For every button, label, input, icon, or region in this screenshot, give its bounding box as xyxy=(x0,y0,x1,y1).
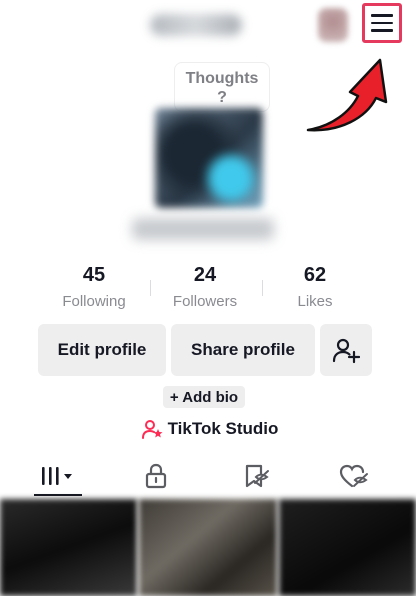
tab-private[interactable] xyxy=(104,456,208,496)
lock-icon xyxy=(145,463,167,489)
video-thumbnail[interactable] xyxy=(139,499,277,596)
stat-following[interactable]: 45 Following xyxy=(39,263,149,310)
followers-count: 24 xyxy=(193,264,217,286)
profile-name xyxy=(132,218,274,240)
video-grid xyxy=(0,499,416,596)
video-thumbnail[interactable] xyxy=(0,499,138,596)
add-person-icon xyxy=(332,338,360,364)
thoughts-text: Thoughts xyxy=(185,70,259,87)
tiktok-studio-label: TikTok Studio xyxy=(167,419,279,438)
menu-button[interactable] xyxy=(362,3,402,43)
followers-label: Followers xyxy=(172,293,238,310)
heart-icon xyxy=(339,464,368,488)
add-bio-button[interactable]: + Add bio xyxy=(163,386,245,408)
likes-count: 62 xyxy=(303,264,327,286)
pointer-arrow-icon xyxy=(306,58,388,132)
tab-liked[interactable] xyxy=(302,456,406,496)
bookmark-icon xyxy=(245,464,269,488)
likes-label: Likes xyxy=(297,293,333,310)
thoughts-bubble[interactable]: Thoughts ? xyxy=(174,62,270,112)
following-label: Following xyxy=(62,293,126,310)
stat-likes[interactable]: 62 Likes xyxy=(260,263,370,310)
studio-person-star-icon xyxy=(141,420,163,439)
tab-favorites[interactable] xyxy=(204,456,308,496)
thoughts-question: ? xyxy=(217,89,227,106)
following-count: 45 xyxy=(82,264,106,286)
active-tab-indicator xyxy=(34,494,82,496)
edit-profile-button[interactable]: Edit profile xyxy=(38,324,166,376)
profile-avatar[interactable] xyxy=(155,108,263,208)
profile-switch-avatar[interactable] xyxy=(318,8,348,42)
video-thumbnail[interactable] xyxy=(278,499,416,596)
username-title[interactable] xyxy=(150,14,242,36)
hamburger-menu-icon xyxy=(371,14,393,17)
add-friend-button[interactable] xyxy=(320,324,372,376)
grid-icon xyxy=(42,467,72,485)
tiktok-studio-link[interactable]: TikTok Studio xyxy=(130,418,290,440)
share-profile-button[interactable]: Share profile xyxy=(171,324,315,376)
tab-videos[interactable] xyxy=(6,456,110,496)
stat-followers[interactable]: 24 Followers xyxy=(150,263,260,310)
